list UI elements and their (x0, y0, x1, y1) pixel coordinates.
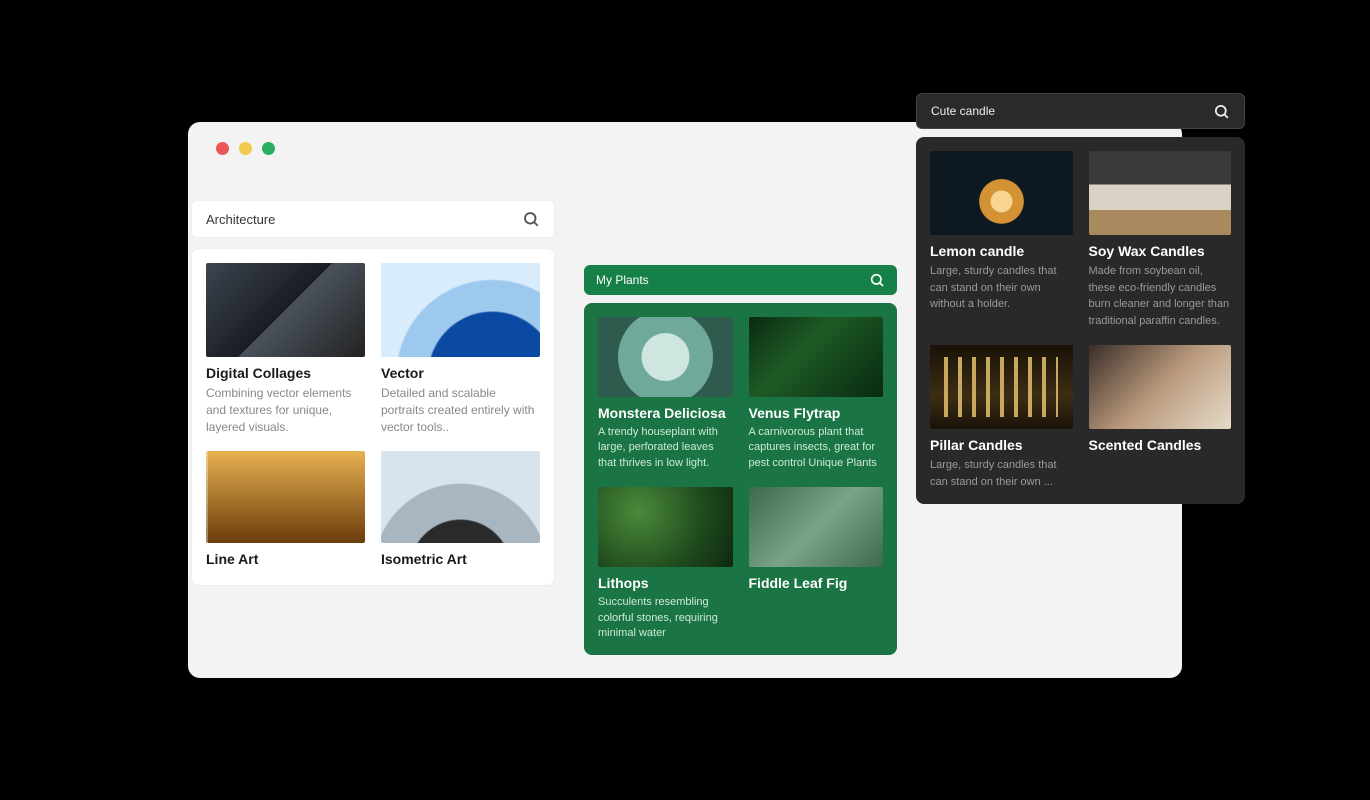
result-item[interactable]: Pillar Candles Large, sturdy candles tha… (930, 345, 1073, 490)
window-close-button[interactable] (216, 142, 229, 155)
result-title: Isometric Art (381, 551, 540, 567)
light-search-panel: Digital Collages Combining vector elemen… (191, 200, 555, 586)
search-bar-light[interactable] (191, 200, 555, 238)
green-search-panel: My Plants Monstera Deliciosa A trendy ho… (584, 265, 897, 655)
result-thumbnail (381, 263, 540, 357)
result-item[interactable]: Vector Detailed and scalable portraits c… (381, 263, 540, 435)
result-item[interactable]: Soy Wax Candles Made from soybean oil, t… (1089, 151, 1232, 329)
result-item[interactable]: Digital Collages Combining vector elemen… (206, 263, 365, 435)
search-icon[interactable] (522, 210, 540, 228)
result-description: Large, sturdy candles that can stand on … (930, 457, 1073, 490)
result-item[interactable]: Venus Flytrap A carnivorous plant that c… (749, 317, 884, 471)
green-results-card: Monstera Deliciosa A trendy houseplant w… (584, 303, 897, 655)
result-description: A trendy houseplant with large, perforat… (598, 425, 733, 471)
dark-results-card: Lemon candle Large, sturdy candles that … (916, 137, 1245, 504)
result-description: Detailed and scalable portraits created … (381, 385, 540, 435)
result-title: Lemon candle (930, 243, 1073, 259)
result-title: Soy Wax Candles (1089, 243, 1232, 259)
search-input-light[interactable] (206, 212, 522, 227)
result-item[interactable]: Lemon candle Large, sturdy candles that … (930, 151, 1073, 329)
result-thumbnail (206, 263, 365, 357)
search-icon[interactable] (869, 272, 885, 288)
result-thumbnail (381, 451, 540, 543)
result-description: A carnivorous plant that captures insect… (749, 425, 884, 471)
light-results-card: Digital Collages Combining vector elemen… (191, 248, 555, 586)
result-description: Made from soybean oil, these eco-friendl… (1089, 263, 1232, 329)
result-title: Pillar Candles (930, 437, 1073, 453)
result-thumbnail (598, 487, 733, 567)
result-title: Monstera Deliciosa (598, 405, 733, 421)
result-thumbnail (930, 345, 1073, 429)
result-item[interactable]: Fiddle Leaf Fig (749, 487, 884, 641)
result-title: Venus Flytrap (749, 405, 884, 421)
result-title: Scented Candles (1089, 437, 1232, 453)
result-title: Lithops (598, 575, 733, 591)
result-title: Line Art (206, 551, 365, 567)
result-thumbnail (206, 451, 365, 543)
result-title: Fiddle Leaf Fig (749, 575, 884, 591)
result-title: Vector (381, 365, 540, 381)
result-description: Combining vector elements and textures f… (206, 385, 365, 435)
search-icon[interactable] (1213, 103, 1230, 120)
window-maximize-button[interactable] (262, 142, 275, 155)
search-input-dark[interactable]: Cute candle (931, 104, 1213, 118)
result-item[interactable]: Scented Candles (1089, 345, 1232, 490)
result-item[interactable]: Monstera Deliciosa A trendy houseplant w… (598, 317, 733, 471)
result-item[interactable]: Line Art (206, 451, 365, 571)
result-item[interactable]: Isometric Art (381, 451, 540, 571)
result-thumbnail (749, 317, 884, 397)
result-thumbnail (598, 317, 733, 397)
result-description: Succulents resembling colorful stones, r… (598, 595, 733, 641)
result-title: Digital Collages (206, 365, 365, 381)
result-thumbnail (930, 151, 1073, 235)
search-bar-dark[interactable]: Cute candle (916, 93, 1245, 129)
result-thumbnail (1089, 345, 1232, 429)
result-thumbnail (1089, 151, 1232, 235)
result-thumbnail (749, 487, 884, 567)
search-bar-green[interactable]: My Plants (584, 265, 897, 295)
result-description: Large, sturdy candles that can stand on … (930, 263, 1073, 313)
search-input-green[interactable]: My Plants (596, 273, 869, 287)
window-minimize-button[interactable] (239, 142, 252, 155)
dark-search-panel: Cute candle Lemon candle Large, sturdy c… (916, 93, 1245, 504)
result-item[interactable]: Lithops Succulents resembling colorful s… (598, 487, 733, 641)
